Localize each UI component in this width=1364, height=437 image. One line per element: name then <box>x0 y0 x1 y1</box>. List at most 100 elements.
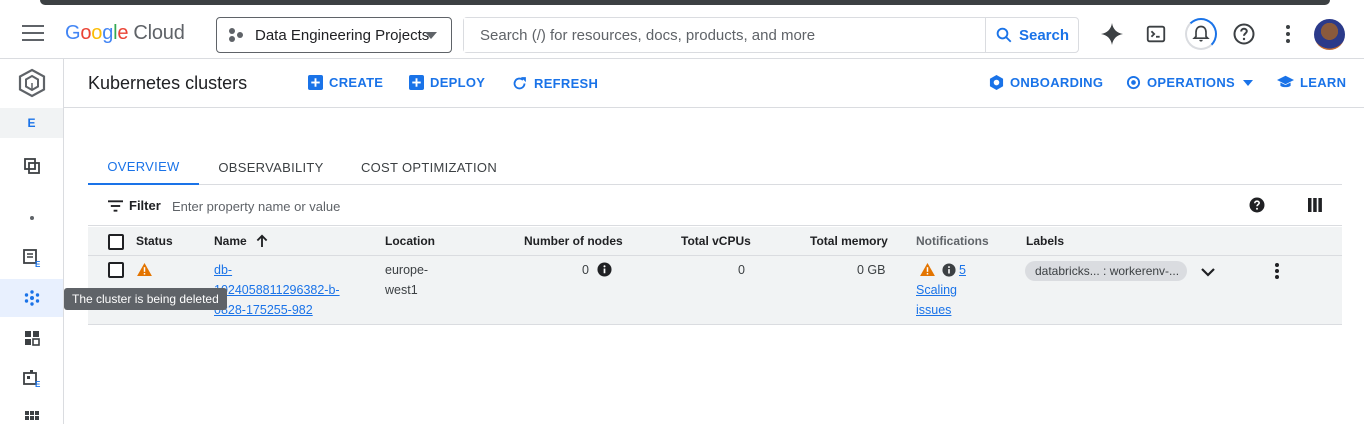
browser-top-bar <box>40 0 1330 5</box>
cluster-name-link[interactable]: db- 1024058811296382-b- 0828-175255-982 <box>214 260 340 320</box>
search-bar: Search <box>463 17 1079 53</box>
gemini-sparkle-icon[interactable] <box>1099 21 1125 47</box>
filter-list-icon <box>108 199 123 212</box>
add-box-icon <box>308 75 323 90</box>
tab-cost-optimization[interactable]: COST OPTIMIZATION <box>354 149 504 185</box>
column-header-location[interactable]: Location <box>385 234 435 248</box>
search-button[interactable]: Search <box>985 18 1078 52</box>
cluster-name-line: 1024058811296382-b- <box>214 283 340 297</box>
row-checkbox[interactable] <box>108 262 124 278</box>
expand-labels-icon[interactable] <box>1201 264 1215 282</box>
status-tooltip: The cluster is being deleted <box>64 288 227 310</box>
cluster-location: europe- west1 <box>385 260 428 300</box>
nav-overview-icon[interactable] <box>0 147 63 185</box>
warning-icon[interactable] <box>137 263 152 281</box>
cluster-vcpus: 0 <box>738 263 745 277</box>
nodes-info-icon[interactable] <box>597 262 612 282</box>
column-header-name[interactable]: Name <box>214 234 268 248</box>
page-title: Kubernetes clusters <box>88 73 248 93</box>
logo-letter: G <box>65 22 81 44</box>
notifications-icon[interactable] <box>1185 18 1217 50</box>
column-header-nodes[interactable]: Number of nodes <box>524 234 623 248</box>
cluster-memory: 0 GB <box>857 263 886 277</box>
filter-button[interactable]: Filter <box>108 198 161 213</box>
nav-workloads-icon[interactable] <box>0 319 63 357</box>
column-header-memory[interactable]: Total memory <box>810 234 888 248</box>
logo-letter: g <box>102 22 114 44</box>
nav-marketplace-icon[interactable] <box>0 399 63 437</box>
deploy-button-label: DEPLOY <box>430 75 486 90</box>
refresh-button[interactable]: REFRESH <box>511 75 598 92</box>
tab-observability[interactable]: OBSERVABILITY <box>209 149 333 185</box>
select-all-checkbox[interactable] <box>108 234 124 250</box>
account-avatar[interactable] <box>1314 19 1345 50</box>
create-button-label: CREATE <box>329 75 384 90</box>
learn-button[interactable]: LEARN <box>1277 75 1346 90</box>
cloud-shell-icon[interactable] <box>1143 21 1169 47</box>
scaling-issues-link[interactable]: 5 Scaling issues <box>916 260 966 320</box>
operations-icon <box>1126 75 1141 90</box>
tab-overview[interactable]: OVERVIEW <box>88 149 199 185</box>
top-header: Google Cloud Data Engineering Projects Se… <box>0 8 1364 59</box>
operations-menu-label: OPERATIONS <box>1147 75 1235 90</box>
create-button[interactable]: CREATE <box>308 75 383 90</box>
deploy-button[interactable]: DEPLOY <box>409 75 485 90</box>
column-header-vcpus[interactable]: Total vCPUs <box>681 234 751 248</box>
column-display-options-icon[interactable] <box>1308 198 1322 217</box>
add-box-icon <box>409 75 424 90</box>
main-menu-icon[interactable] <box>22 25 44 43</box>
project-dropdown-icon <box>425 32 437 39</box>
school-icon <box>1277 75 1294 88</box>
cluster-node-count: 0 <box>582 263 589 277</box>
project-picker[interactable]: Data Engineering Projects <box>216 17 452 53</box>
label-chip: databricks... : workerenv-... <box>1025 261 1187 281</box>
google-cloud-logo[interactable]: Google Cloud <box>65 22 185 45</box>
project-icon <box>229 27 245 43</box>
nav-applications-icon[interactable]: E <box>0 359 63 397</box>
search-button-label: Search <box>1018 26 1070 44</box>
left-nav: E E E <box>0 59 64 424</box>
nav-clusters-icon[interactable] <box>0 279 63 317</box>
row-actions-menu-icon[interactable] <box>1274 262 1280 285</box>
onboarding-icon <box>989 75 1004 90</box>
filter-bar: Filter <box>88 186 1342 226</box>
tab-bar: OVERVIEW OBSERVABILITY COST OPTIMIZATION <box>88 149 1342 185</box>
nav-fleet-dashboard-icon[interactable]: E <box>0 239 63 277</box>
browser-top-strip <box>0 0 1364 8</box>
location-line: europe- <box>385 263 429 277</box>
column-header-labels: Labels <box>1026 234 1065 248</box>
nav-badge-e[interactable]: E <box>0 108 63 138</box>
nav-dot-icon[interactable] <box>0 199 63 237</box>
cluster-name-line: 0828-175255-982 <box>214 303 313 317</box>
refresh-button-label: REFRESH <box>534 76 599 91</box>
table-header: Status Name Location Number of nodes Tot… <box>88 227 1342 256</box>
search-icon <box>996 27 1012 43</box>
notification-text-line: Scaling <box>916 283 957 297</box>
onboarding-button[interactable]: ONBOARDING <box>989 75 1103 90</box>
project-name: Data Engineering Projects <box>255 26 430 44</box>
help-icon[interactable] <box>1231 21 1257 47</box>
refresh-icon <box>513 77 526 90</box>
filter-input[interactable] <box>172 196 772 216</box>
operations-menu[interactable]: OPERATIONS <box>1126 75 1253 90</box>
search-input[interactable] <box>464 18 985 52</box>
table-row: db- 1024058811296382-b- 0828-175255-982 … <box>88 256 1342 325</box>
logo-letter: o <box>80 22 92 44</box>
logo-cloud-text: Cloud <box>133 22 185 44</box>
table-help-icon[interactable] <box>1249 197 1265 218</box>
location-line: west1 <box>385 283 418 297</box>
onboarding-button-label: ONBOARDING <box>1010 75 1104 90</box>
column-header-name-label: Name <box>214 234 247 248</box>
more-options-icon[interactable] <box>1275 21 1301 47</box>
notification-text-line: issues <box>916 303 952 317</box>
page-title-bar: Kubernetes clusters CREATE DEPLOY REFRES… <box>64 59 1364 108</box>
caret-down-icon <box>1243 79 1253 86</box>
learn-button-label: LEARN <box>1300 75 1347 90</box>
filter-label: Filter <box>129 198 161 213</box>
kubernetes-engine-logo-icon[interactable] <box>0 63 63 103</box>
column-header-status[interactable]: Status <box>136 234 173 248</box>
column-header-notifications: Notifications <box>916 234 989 248</box>
cluster-name-line: db- <box>214 263 233 277</box>
logo-letter: o <box>91 22 103 44</box>
notification-count: 5 <box>959 263 966 277</box>
